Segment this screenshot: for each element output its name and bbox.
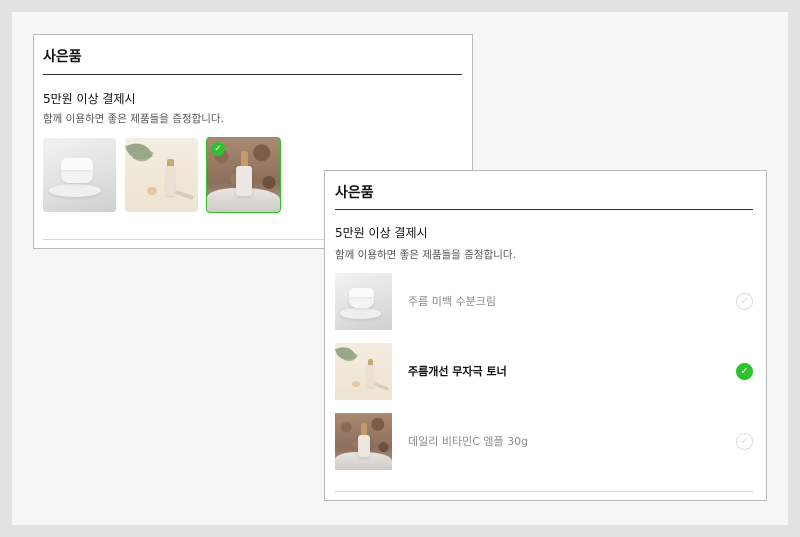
ampoule-bottle-image: [335, 413, 392, 470]
gift-description: 함께 이용하면 좋은 제품들을 증정합니다.: [335, 249, 516, 261]
toner-bottle-image: [335, 343, 392, 400]
gift-card-list: 사은품 5만원 이상 결제시 함께 이용하면 좋은 제품들을 증정합니다. 주름…: [324, 170, 767, 501]
toner-bottle-image: [125, 138, 198, 212]
cream-jar-image: [335, 273, 392, 330]
bottom-divider: [335, 491, 753, 492]
card-title: 사은품: [43, 49, 82, 65]
gift-option-ampoule[interactable]: ✓: [206, 137, 281, 213]
check-icon[interactable]: ✓: [736, 433, 753, 450]
gift-list-item-toner[interactable]: 주름개선 무자극 토너 ✓: [335, 343, 753, 401]
gift-list-item-ampoule[interactable]: 데일리 비타민C 앰플 30g ✓: [335, 413, 753, 471]
gift-condition: 5만원 이상 결제시: [43, 92, 136, 106]
title-divider: [335, 209, 753, 210]
gift-option-toner[interactable]: [125, 138, 198, 212]
cream-jar-image: [43, 138, 116, 212]
check-icon[interactable]: ✓: [736, 363, 753, 380]
gift-item-label: 데일리 비타민C 앰플 30g: [408, 435, 529, 448]
check-icon: ✓: [211, 142, 225, 156]
gift-list-item-cream[interactable]: 주름 미백 수분크림 ✓: [335, 273, 753, 331]
gift-item-label: 주름 미백 수분크림: [408, 295, 496, 308]
check-icon[interactable]: ✓: [736, 293, 753, 310]
gift-condition: 5만원 이상 결제시: [335, 226, 428, 240]
gift-description: 함께 이용하면 좋은 제품들을 증정합니다.: [43, 113, 224, 125]
gift-item-label: 주름개선 무자극 토너: [408, 365, 507, 378]
title-divider: [43, 74, 462, 75]
gift-option-cream[interactable]: [43, 138, 116, 212]
card-title: 사은품: [335, 185, 374, 201]
